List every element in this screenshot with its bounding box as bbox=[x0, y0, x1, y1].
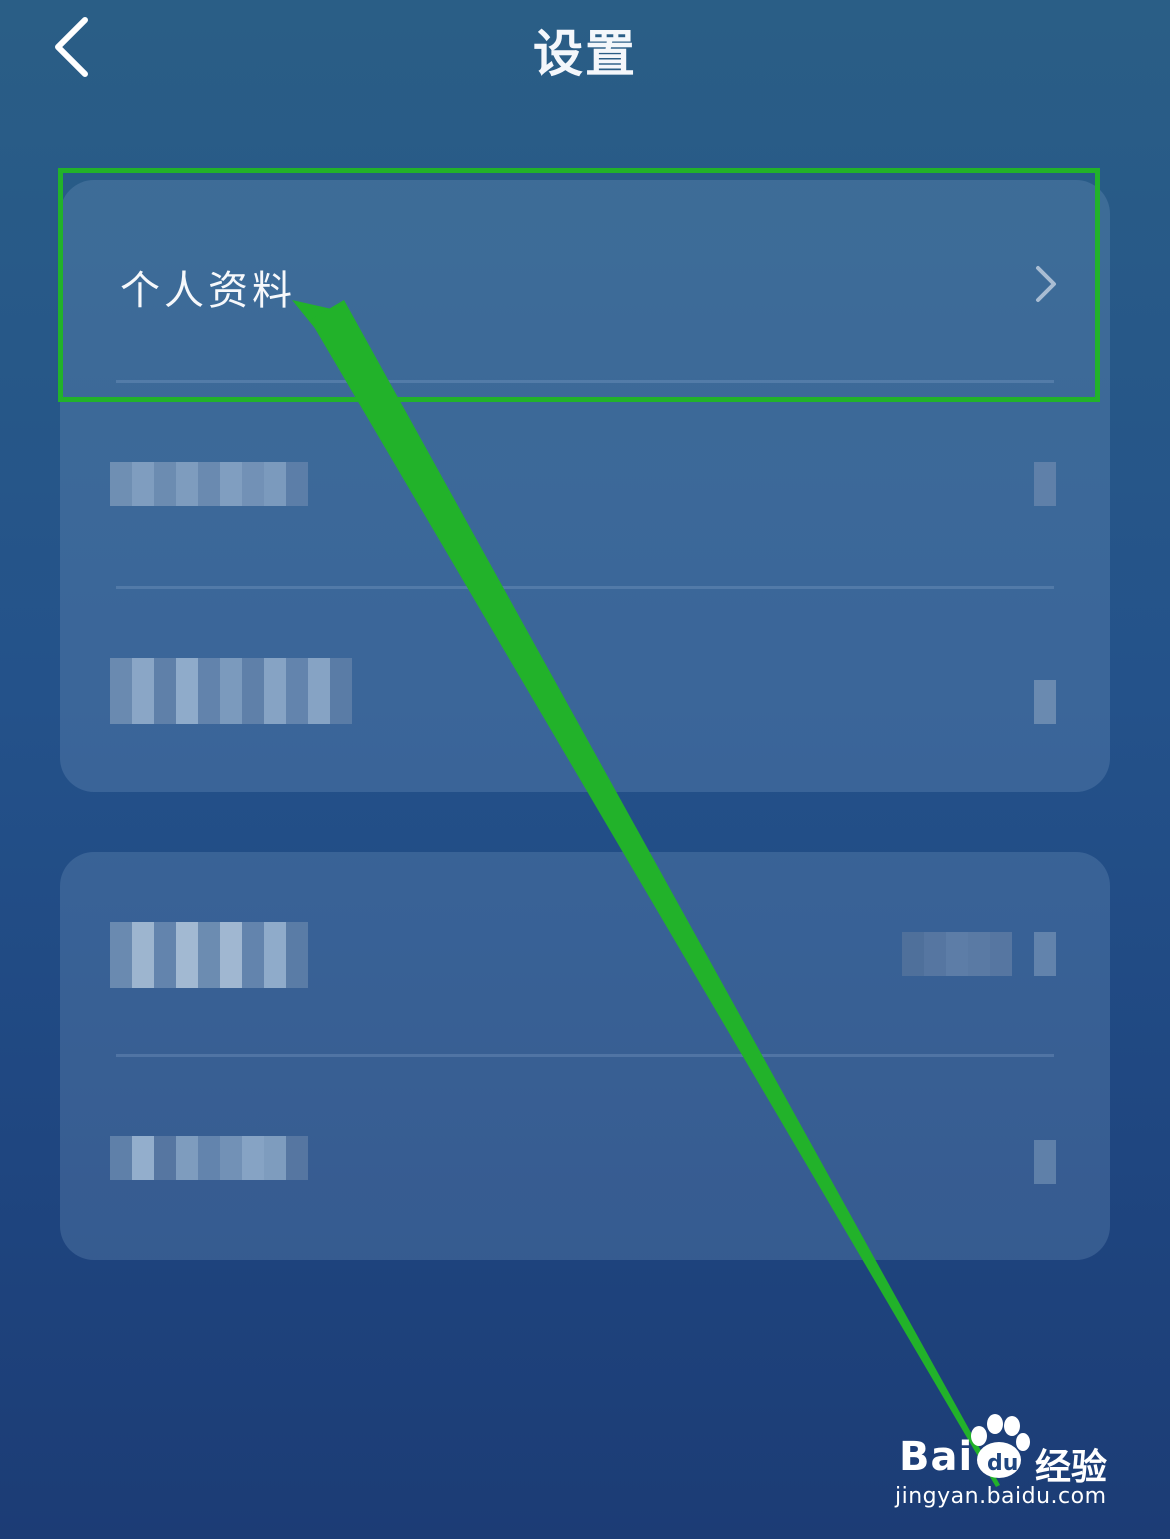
settings-item-obscured[interactable] bbox=[60, 852, 1110, 1056]
chevron-right-icon bbox=[1034, 462, 1056, 506]
obscured-label bbox=[110, 1136, 308, 1180]
settings-item-obscured[interactable] bbox=[60, 588, 1110, 792]
page-title: 设置 bbox=[533, 25, 637, 83]
obscured-value bbox=[902, 932, 1056, 976]
watermark-logo-text: Bai bbox=[899, 1434, 974, 1480]
watermark-brand-text: 经验 bbox=[1035, 1447, 1108, 1488]
paw-logo-icon: du bbox=[971, 1414, 1030, 1478]
header-bar: 设置 bbox=[0, 0, 1170, 110]
obscured-label bbox=[110, 462, 308, 506]
obscured-label bbox=[110, 658, 352, 724]
watermark-url: jingyan.baidu.com bbox=[895, 1484, 1107, 1509]
settings-item-obscured[interactable] bbox=[60, 384, 1110, 588]
settings-item-obscured[interactable] bbox=[60, 1056, 1110, 1260]
obscured-label bbox=[110, 922, 308, 988]
baidu-jingyan-watermark: du Bai 经验 jingyan.baidu.com bbox=[895, 1412, 1115, 1522]
chevron-right-icon bbox=[1034, 1140, 1056, 1184]
settings-group-2 bbox=[60, 852, 1110, 1260]
svg-text:du: du bbox=[987, 1451, 1018, 1476]
chevron-right-icon bbox=[1034, 680, 1056, 724]
highlight-box bbox=[58, 168, 1100, 402]
